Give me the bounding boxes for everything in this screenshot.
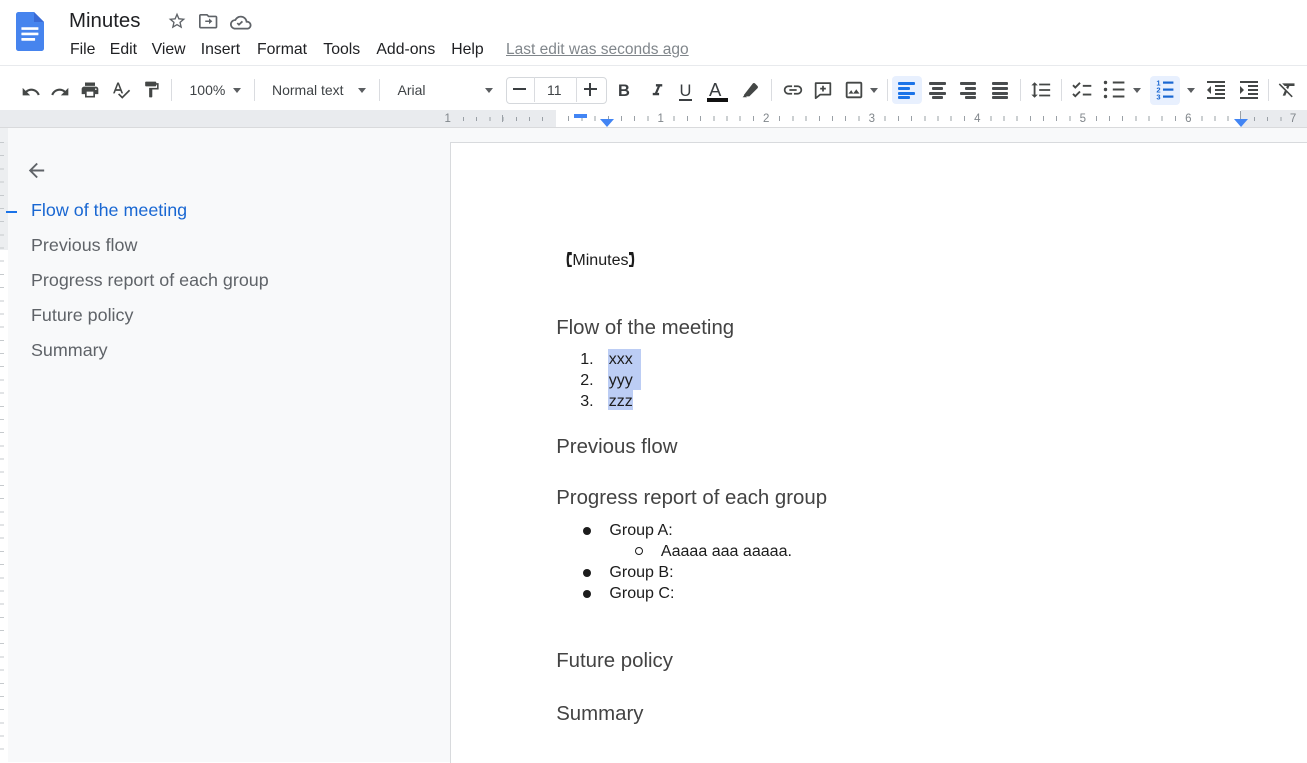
svg-text:3: 3 (1156, 92, 1160, 101)
